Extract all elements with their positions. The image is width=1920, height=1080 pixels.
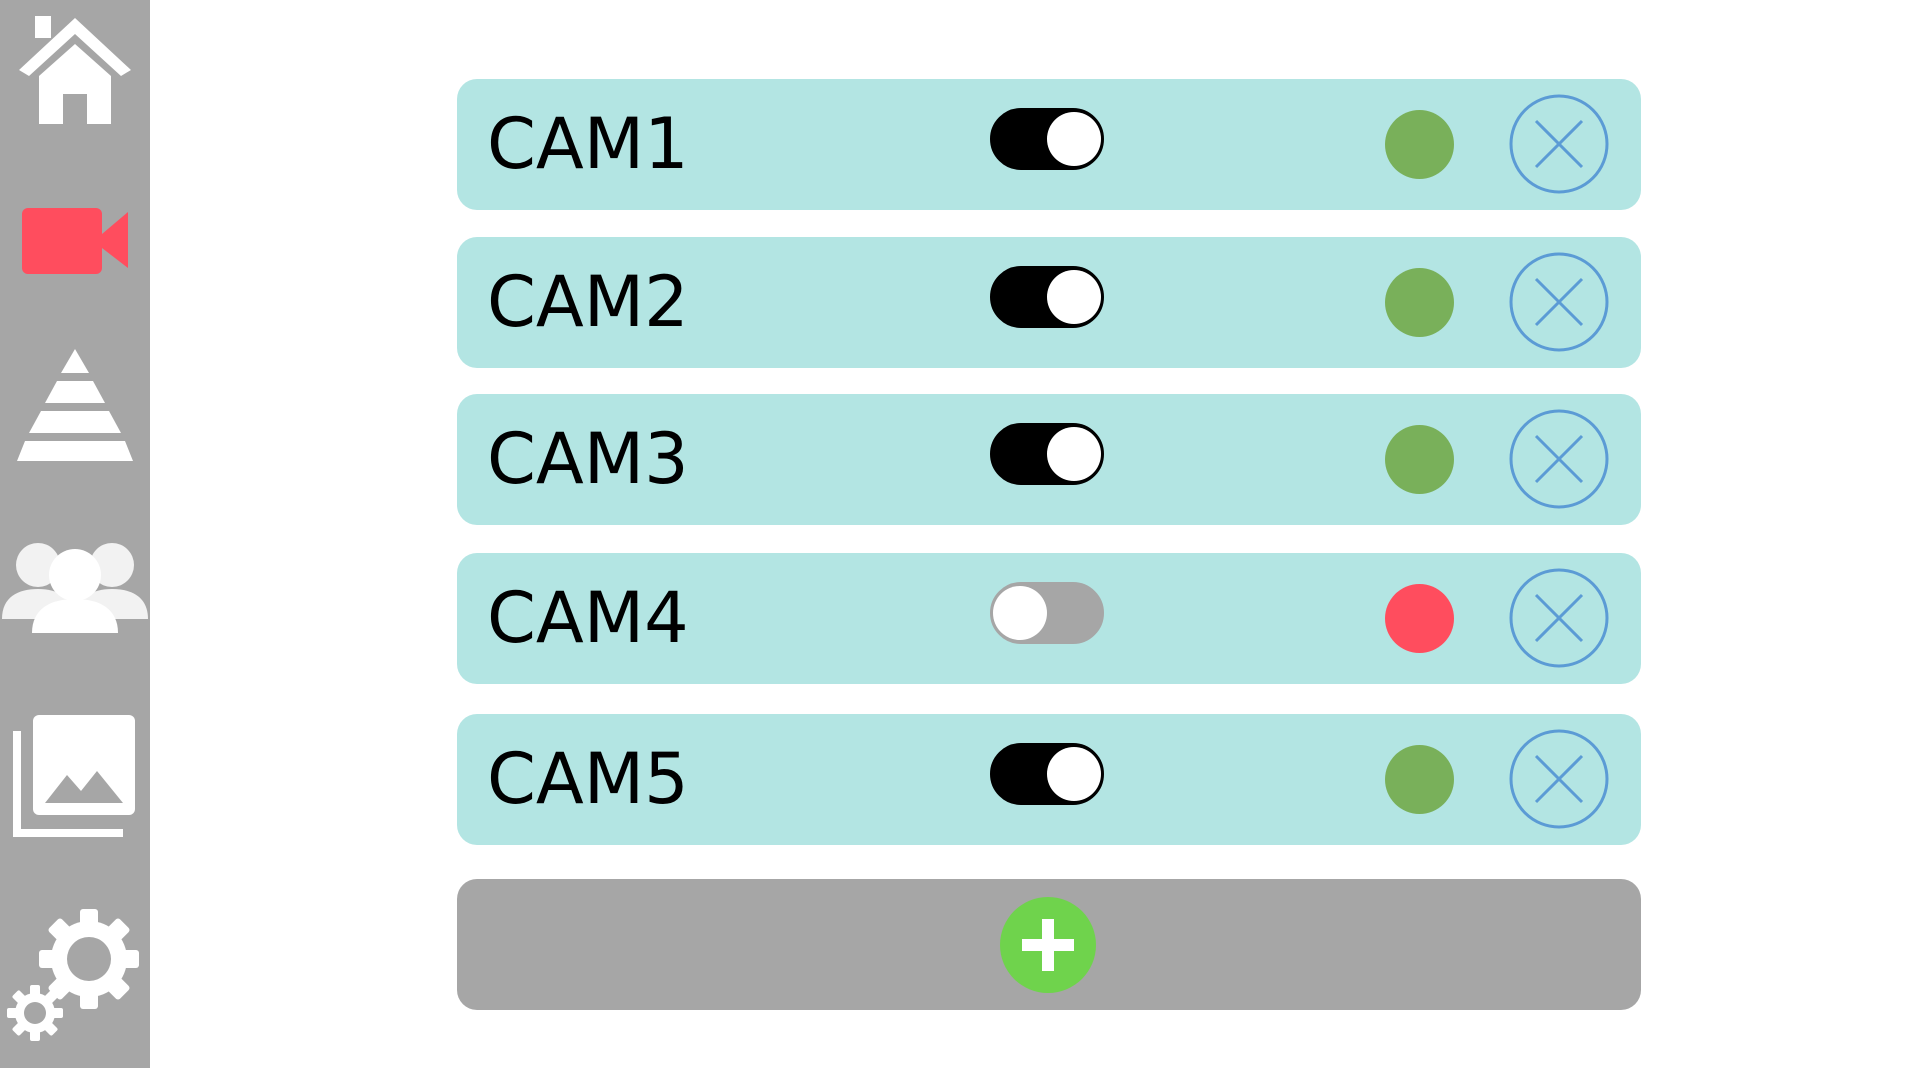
close-icon bbox=[1509, 729, 1609, 829]
status-indicator bbox=[1385, 425, 1454, 494]
status-indicator bbox=[1385, 268, 1454, 337]
nav-settings[interactable] bbox=[0, 895, 150, 1050]
users-icon bbox=[2, 543, 148, 633]
close-icon bbox=[1509, 94, 1609, 194]
remove-camera-button[interactable] bbox=[1509, 729, 1609, 829]
home-icon bbox=[19, 16, 131, 124]
nav-users[interactable] bbox=[0, 530, 150, 640]
status-indicator bbox=[1385, 584, 1454, 653]
gears-icon bbox=[7, 908, 139, 1041]
camera-enable-toggle[interactable] bbox=[990, 743, 1104, 805]
app: CAM1 CAM2 CAM3 CAM4 CAM5 bbox=[0, 0, 1920, 1080]
camera-name: CAM5 bbox=[487, 738, 689, 820]
close-icon bbox=[1509, 568, 1609, 668]
toggle-knob bbox=[1047, 747, 1101, 801]
toggle-knob bbox=[993, 586, 1047, 640]
plus-icon bbox=[1000, 897, 1096, 993]
camera-name: CAM4 bbox=[487, 577, 689, 659]
sidebar bbox=[0, 0, 150, 1068]
status-indicator bbox=[1385, 110, 1454, 179]
close-icon bbox=[1509, 252, 1609, 352]
camera-row: CAM2 bbox=[457, 237, 1641, 368]
camera-name: CAM1 bbox=[487, 103, 689, 185]
camera-enable-toggle[interactable] bbox=[990, 266, 1104, 328]
camera-enable-toggle[interactable] bbox=[990, 582, 1104, 644]
nav-gallery[interactable] bbox=[0, 710, 150, 840]
remove-camera-button[interactable] bbox=[1509, 252, 1609, 352]
video-camera-icon bbox=[22, 208, 128, 274]
remove-camera-button[interactable] bbox=[1509, 568, 1609, 668]
nav-cameras[interactable] bbox=[0, 190, 150, 290]
remove-camera-button[interactable] bbox=[1509, 409, 1609, 509]
nav-layers[interactable] bbox=[0, 340, 150, 470]
image-gallery-icon bbox=[13, 715, 135, 837]
status-indicator bbox=[1385, 745, 1454, 814]
camera-row: CAM4 bbox=[457, 553, 1641, 684]
camera-row: CAM3 bbox=[457, 394, 1641, 525]
add-camera-button[interactable] bbox=[1000, 897, 1096, 993]
close-icon bbox=[1509, 409, 1609, 509]
toggle-knob bbox=[1047, 427, 1101, 481]
camera-name: CAM2 bbox=[487, 261, 689, 343]
nav-home[interactable] bbox=[0, 10, 150, 130]
remove-camera-button[interactable] bbox=[1509, 94, 1609, 194]
camera-name: CAM3 bbox=[487, 418, 689, 500]
camera-enable-toggle[interactable] bbox=[990, 108, 1104, 170]
pyramid-icon bbox=[17, 349, 133, 461]
camera-row: CAM1 bbox=[457, 79, 1641, 210]
toggle-knob bbox=[1047, 270, 1101, 324]
camera-enable-toggle[interactable] bbox=[990, 423, 1104, 485]
toggle-knob bbox=[1047, 112, 1101, 166]
camera-row: CAM5 bbox=[457, 714, 1641, 845]
add-camera-row bbox=[457, 879, 1641, 1010]
